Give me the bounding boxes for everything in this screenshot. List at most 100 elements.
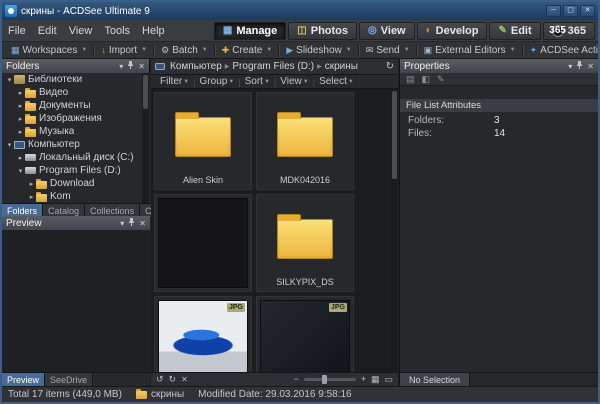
image-tile[interactable]: JPG: [256, 296, 354, 372]
menu-tools[interactable]: Tools: [98, 25, 136, 37]
menu-help[interactable]: Help: [136, 25, 171, 37]
chevron-down-icon[interactable]: ▾: [119, 62, 123, 71]
file-list-scrollbar[interactable]: [391, 89, 398, 372]
chevron-down-icon: ▼: [404, 47, 410, 53]
expander-icon[interactable]: ▸: [16, 154, 25, 162]
tree-item-kom[interactable]: ▸Kom: [2, 190, 150, 203]
menu-file[interactable]: File: [2, 25, 32, 37]
filter-menu-label: Select: [319, 76, 347, 87]
tree-item-label: Локальный диск (C:): [39, 152, 134, 163]
tree-item-музыка[interactable]: ▸Музыка: [2, 125, 150, 138]
tree-item-документы[interactable]: ▸Документы: [2, 99, 150, 112]
expander-icon[interactable]: ▸: [27, 193, 36, 201]
toolbar-button-label: Send: [376, 45, 399, 56]
rotate-right-icon[interactable]: ↻: [169, 375, 177, 384]
maximize-button[interactable]: ▢: [563, 5, 578, 17]
expander-icon[interactable]: ▾: [16, 167, 25, 175]
breadcrumb-item-компьютер[interactable]: Компьютер: [168, 61, 224, 72]
tree-item-изображения[interactable]: ▸Изображения: [2, 112, 150, 125]
tab-preview[interactable]: Preview: [2, 373, 45, 386]
image-tile[interactable]: JPGavto.goodfon.ru 2015-phiaro-p75-co...: [154, 296, 252, 372]
organize-icon[interactable]: ◧: [422, 75, 431, 84]
expander-icon[interactable]: ▸: [27, 180, 36, 188]
tree-item-библиотеки[interactable]: ▾ Библиотеки: [2, 73, 150, 86]
tree-item-download[interactable]: ▸Download: [2, 177, 150, 190]
tree-item-компьютер[interactable]: ▾ Компьютер: [2, 138, 150, 151]
toolbar-button-send[interactable]: ✉Send▼: [361, 43, 415, 58]
tree-item-label: Библиотеки: [28, 74, 82, 85]
metadata-icon[interactable]: ▤: [406, 75, 415, 84]
filter-menu-group[interactable]: Group▼: [196, 76, 239, 87]
expander-icon[interactable]: ▾: [5, 76, 14, 84]
toolbar-button-slideshow[interactable]: ▶Slideshow▼: [281, 43, 356, 58]
rotate-left-icon[interactable]: ↺: [156, 375, 164, 384]
tab-seedrive[interactable]: SeeDrive: [45, 373, 93, 386]
tree-item-локальный-диск-c-[interactable]: ▸ Локальный диск (C:): [2, 151, 150, 164]
expander-icon[interactable]: ▸: [16, 128, 25, 136]
menu-edit[interactable]: Edit: [32, 25, 63, 37]
close-button[interactable]: ✕: [580, 5, 595, 17]
zoom-out-icon[interactable]: −: [293, 375, 298, 384]
zoom-in-icon[interactable]: +: [361, 375, 366, 384]
scrollbar-thumb[interactable]: [392, 91, 397, 179]
folder-tile[interactable]: Alien Skin: [154, 92, 252, 190]
develop-icon: ◐: [426, 26, 432, 36]
folder-icon: [25, 90, 36, 98]
refresh-icon[interactable]: ↻: [386, 61, 394, 72]
pin-icon[interactable]: [127, 61, 134, 71]
status-modified-date: Modified Date: 29.03.2016 9:58:16: [198, 389, 351, 400]
mode-tab-edit[interactable]: ✎Edit: [489, 22, 540, 40]
mode-tabs: ▦Manage◫Photos◎View◐Develop✎Edit365365: [214, 22, 598, 40]
folder-tile[interactable]: SILKYPIX_DS: [256, 194, 354, 292]
tile-label: MDK042016: [257, 175, 353, 189]
toolbar-button-batch[interactable]: ⚙Batch▼: [156, 43, 213, 58]
tree-item-label: Компьютер: [28, 139, 80, 150]
expander-icon[interactable]: ▸: [16, 102, 25, 110]
toolbar-button-workspaces[interactable]: ▦Workspaces▼: [6, 43, 92, 58]
filter-menu-sort[interactable]: Sort▼: [241, 76, 274, 87]
thumbnails-view-icon[interactable]: ▦: [371, 375, 380, 384]
folders-scrollbar[interactable]: [142, 73, 149, 203]
folder-tile[interactable]: MDK042016: [256, 92, 354, 190]
create-icon: ✚: [222, 46, 230, 55]
close-icon[interactable]: ✕: [138, 62, 145, 71]
image-tile[interactable]: [154, 194, 252, 292]
expander-icon[interactable]: ▾: [5, 141, 14, 149]
mode-tab-photos[interactable]: ◫Photos: [288, 22, 357, 40]
edit-pencil-icon[interactable]: ✎: [437, 75, 445, 84]
no-selection-tab[interactable]: No Selection: [400, 373, 470, 386]
filmstrip-view-icon[interactable]: ▭: [384, 375, 393, 384]
mode-tab-develop[interactable]: ◐Develop: [417, 22, 488, 40]
chevron-down-icon[interactable]: ▾: [120, 219, 124, 228]
toolbar-button-create[interactable]: ✚Create▼: [217, 43, 278, 58]
tree-item-program-files-d-[interactable]: ▾Program Files (D:): [2, 164, 150, 177]
filter-menu-view[interactable]: View▼: [276, 76, 312, 87]
close-icon[interactable]: ✕: [139, 219, 146, 228]
filter-menu-select[interactable]: Select▼: [315, 76, 358, 87]
attributes-list: Folders:3Files:14: [400, 114, 599, 140]
tree-item-видео[interactable]: ▸Видео: [2, 86, 150, 99]
toolbar-button-external-editors[interactable]: ▣External Editors▼: [419, 43, 521, 58]
mode-tab-view[interactable]: ◎View: [359, 22, 415, 40]
delete-icon[interactable]: ✕: [181, 376, 188, 384]
breadcrumb-item-program-files-d-[interactable]: Program Files (D:): [230, 61, 316, 72]
pin-icon[interactable]: [128, 218, 135, 228]
expander-icon[interactable]: ▸: [16, 89, 25, 97]
expander-icon[interactable]: ▸: [16, 115, 25, 123]
scrollbar-thumb[interactable]: [143, 75, 148, 109]
breadcrumb-item-скрины[interactable]: скрины: [323, 61, 360, 72]
minimize-button[interactable]: ─: [546, 5, 561, 17]
toolbar-button-acdsee-actions[interactable]: ✦ACDSee Actions▼: [525, 43, 600, 58]
toolbar-button-import[interactable]: ↓Import▼: [96, 43, 152, 58]
thumbnail-size-slider[interactable]: [304, 378, 356, 381]
slider-thumb[interactable]: [322, 375, 327, 384]
pin-icon[interactable]: [576, 61, 583, 71]
attribute-label: Files:: [408, 128, 494, 139]
filter-menu-filter[interactable]: Filter▼: [156, 76, 193, 87]
close-icon[interactable]: ✕: [587, 62, 594, 71]
properties-toolbar: ▤ ◧ ✎: [400, 73, 599, 86]
mode-tab-manage[interactable]: ▦Manage: [214, 22, 286, 40]
menu-view[interactable]: View: [63, 25, 99, 37]
chevron-down-icon[interactable]: ▾: [568, 62, 572, 71]
mode-tab-365[interactable]: 365365: [543, 22, 595, 40]
